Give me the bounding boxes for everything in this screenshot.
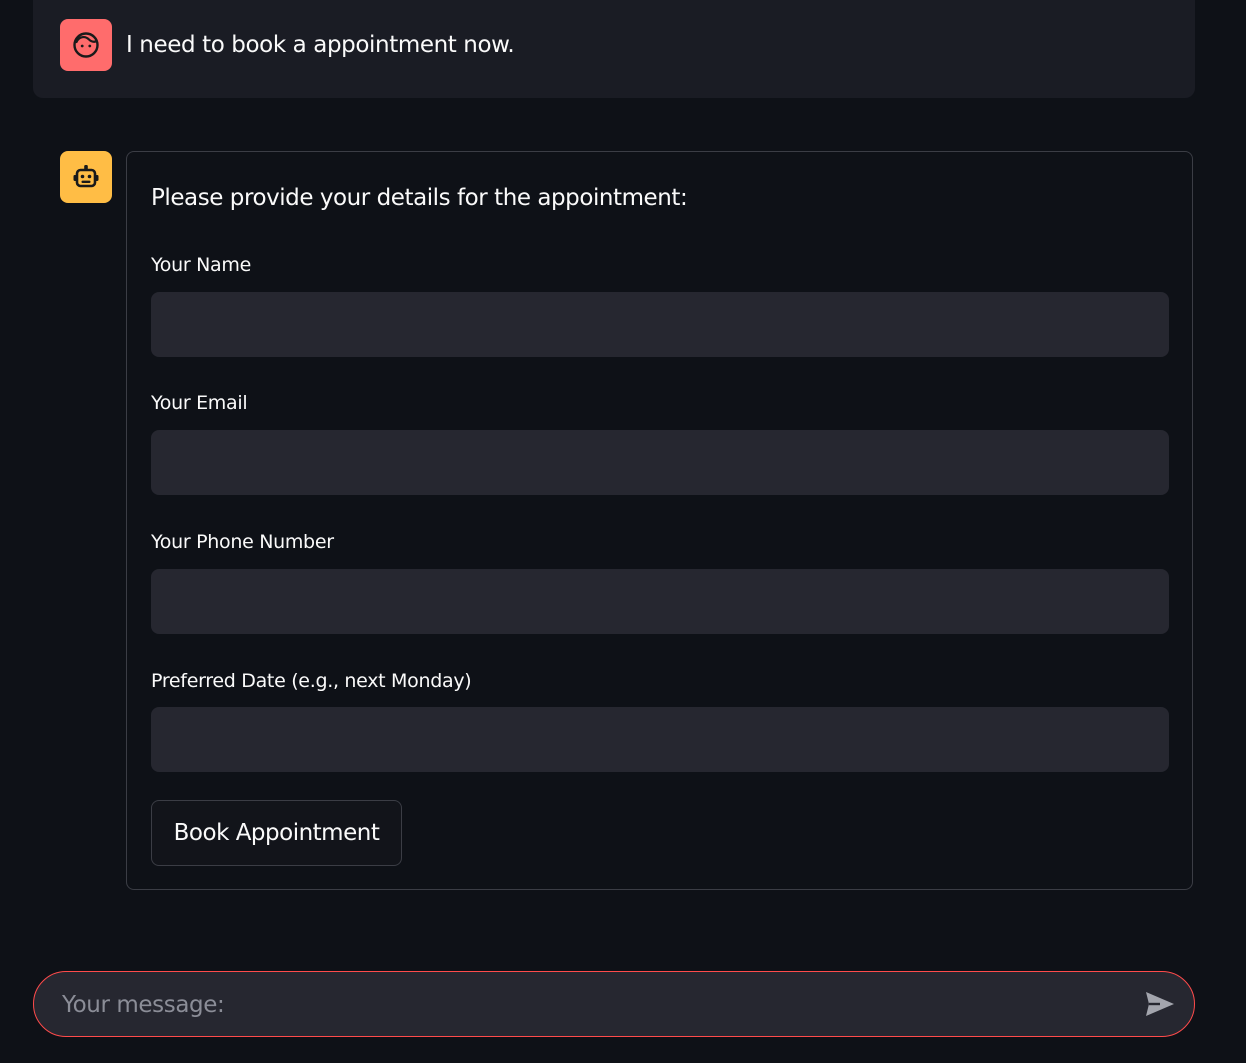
chat-input-container (33, 971, 1195, 1038)
email-input[interactable] (151, 430, 1169, 495)
book-appointment-label: Book Appointment (173, 820, 380, 846)
user-message-text: I need to book a appointment now. (126, 32, 515, 58)
bot-avatar (60, 151, 112, 203)
name-input[interactable] (151, 292, 1169, 357)
user-avatar (60, 19, 112, 71)
form-intro-text: Please provide your details for the appo… (151, 185, 688, 211)
name-label: Your Name (151, 254, 251, 276)
email-label: Your Email (151, 392, 248, 414)
phone-input[interactable] (151, 569, 1169, 634)
book-appointment-button[interactable]: Book Appointment (151, 800, 402, 866)
phone-label: Your Phone Number (151, 531, 334, 553)
send-icon (1146, 992, 1174, 1016)
robot-icon (73, 165, 99, 188)
face-icon (73, 32, 99, 58)
appointment-form (126, 151, 1193, 890)
preferred-date-label: Preferred Date (e.g., next Monday) (151, 670, 472, 692)
send-button[interactable] (1140, 986, 1180, 1022)
chat-message-input[interactable] (60, 972, 1134, 1038)
preferred-date-input[interactable] (151, 707, 1169, 772)
